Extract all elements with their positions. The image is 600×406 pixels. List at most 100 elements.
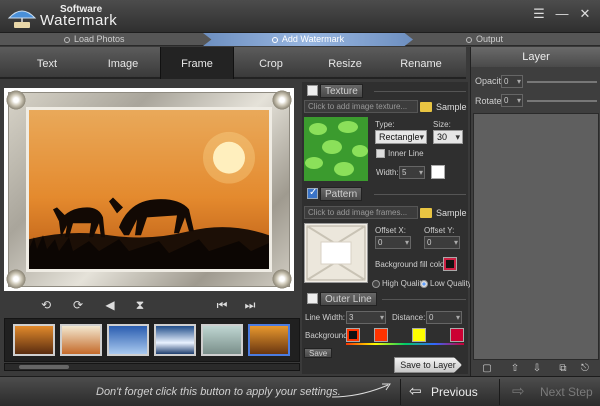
tab-rename[interactable]: Rename bbox=[382, 47, 460, 79]
type-label: Type: bbox=[375, 120, 395, 129]
app-logo-icon bbox=[7, 10, 37, 28]
high-quality-radio[interactable] bbox=[372, 280, 380, 288]
pattern-sample-button[interactable]: Sample bbox=[436, 208, 467, 218]
scrollbar-thumb[interactable] bbox=[19, 365, 69, 369]
save-section-title: Save bbox=[304, 348, 333, 358]
texture-title: Texture bbox=[320, 84, 363, 98]
step-add-watermark[interactable]: Add Watermark bbox=[203, 33, 413, 46]
texture-preview bbox=[304, 117, 368, 181]
step-label: Add Watermark bbox=[281, 34, 345, 44]
frame-settings-panel: Texture Click to add image texture... Sa… bbox=[302, 82, 472, 374]
thumbnail-strip bbox=[4, 318, 300, 362]
rotate-label: Rotate bbox=[475, 96, 502, 106]
type-select[interactable]: Rectangle bbox=[375, 130, 427, 144]
offset-y-label: Offset Y: bbox=[424, 226, 455, 235]
thumbnail-lake[interactable] bbox=[154, 324, 196, 356]
size-select[interactable]: 30 bbox=[433, 130, 463, 144]
width-label: Width: bbox=[376, 168, 399, 177]
copy-layer-icon[interactable]: ⧉ bbox=[557, 363, 569, 374]
outer-line-checkbox[interactable] bbox=[307, 293, 318, 304]
next-step-label: Next Step bbox=[540, 385, 593, 399]
thumbnail-zebras[interactable] bbox=[248, 324, 290, 356]
hint-arrow-icon bbox=[331, 383, 391, 398]
tab-frame[interactable]: Frame bbox=[160, 47, 234, 79]
step-dot-icon bbox=[466, 37, 472, 43]
outer-color-3-swatch[interactable] bbox=[450, 328, 464, 342]
width-spinner[interactable]: 5 bbox=[399, 166, 425, 179]
hint-text: Don't forget click this button to apply … bbox=[96, 386, 341, 398]
thumbnail-ice[interactable] bbox=[107, 324, 149, 356]
preview-canvas[interactable] bbox=[4, 88, 294, 291]
layer-up-icon[interactable]: ⇧ bbox=[509, 363, 521, 374]
texture-checkbox[interactable] bbox=[307, 85, 318, 96]
size-label: Size: bbox=[433, 120, 451, 129]
bg-fill-label: Background fill color: bbox=[375, 260, 450, 269]
flip-horizontal-icon[interactable]: ◀ bbox=[102, 298, 118, 312]
offset-y-spinner[interactable]: 0 bbox=[424, 236, 460, 249]
photo-image bbox=[26, 107, 272, 272]
outer-line-section-header: Outer Line bbox=[302, 292, 468, 306]
step-output[interactable]: Output bbox=[466, 33, 503, 46]
rotate-spinner[interactable]: 0 bbox=[501, 94, 523, 107]
menu-icon[interactable]: ☰ bbox=[528, 4, 550, 24]
low-quality-label: Low Quality bbox=[430, 279, 472, 288]
layer-down-icon[interactable]: ⇩ bbox=[531, 363, 543, 374]
opacity-slider[interactable] bbox=[527, 81, 597, 83]
rotate-slider[interactable] bbox=[527, 100, 597, 102]
tab-crop[interactable]: Crop bbox=[234, 47, 308, 79]
next-step-button[interactable]: ⇨ Next Step bbox=[502, 379, 600, 405]
step-dot-icon bbox=[271, 37, 278, 43]
thumbnail-animals[interactable] bbox=[201, 324, 243, 356]
texture-line-color-swatch[interactable] bbox=[431, 165, 445, 179]
bg-fill-color-swatch[interactable] bbox=[443, 257, 457, 271]
tab-image[interactable]: Image bbox=[86, 47, 160, 79]
texture-sample-button[interactable]: Sample bbox=[436, 102, 467, 112]
frame-corner-ornament bbox=[271, 268, 293, 290]
new-layer-icon[interactable]: ▢ bbox=[481, 363, 493, 374]
outer-color-2-swatch[interactable] bbox=[412, 328, 426, 342]
layer-list[interactable] bbox=[473, 113, 599, 360]
frame-border bbox=[5, 89, 293, 290]
delete-layer-icon[interactable]: ⎋ bbox=[579, 363, 591, 374]
outer-color-1-swatch[interactable] bbox=[374, 328, 388, 342]
flip-vertical-icon[interactable]: ⧗ bbox=[132, 298, 148, 312]
opacity-spinner[interactable]: 0 bbox=[501, 75, 523, 88]
line-width-spinner[interactable]: 3 bbox=[346, 311, 386, 324]
thumbnail-poster[interactable] bbox=[60, 324, 102, 356]
distance-spinner[interactable]: 0 bbox=[426, 311, 462, 324]
pattern-frame-thumbnail bbox=[306, 225, 366, 281]
texture-pattern bbox=[305, 121, 368, 176]
rotate-right-icon[interactable]: ⟳ bbox=[70, 298, 86, 312]
tab-resize[interactable]: Resize bbox=[308, 47, 382, 79]
frame-corner-ornament bbox=[5, 268, 27, 290]
thumbnail-scrollbar[interactable] bbox=[4, 363, 300, 371]
inner-line-checkbox[interactable] bbox=[376, 149, 385, 158]
minimize-button[interactable]: — bbox=[551, 4, 573, 24]
arrow-left-icon: ⇦ bbox=[409, 383, 422, 400]
folder-icon[interactable] bbox=[420, 102, 432, 112]
save-to-layer-button[interactable]: Save to Layer bbox=[394, 357, 462, 373]
next-image-icon[interactable]: ⏭ bbox=[242, 298, 258, 312]
texture-path-field[interactable]: Click to add image texture... bbox=[304, 100, 418, 113]
offset-x-spinner[interactable]: 0 bbox=[375, 236, 411, 249]
layer-toolbar: ▢ ⇧ ⇩ ⧉ ⎋ bbox=[471, 361, 600, 376]
pattern-path-field[interactable]: Click to add image frames... bbox=[304, 206, 418, 219]
folder-icon[interactable] bbox=[420, 208, 432, 218]
offset-x-label: Offset X: bbox=[375, 226, 406, 235]
tab-text[interactable]: Text bbox=[8, 47, 86, 79]
color-gradient-bar bbox=[346, 343, 464, 345]
pattern-checkbox[interactable] bbox=[307, 187, 318, 199]
rotate-left-icon[interactable]: ⟲ bbox=[38, 298, 54, 312]
previous-image-icon[interactable]: ⏮ bbox=[214, 298, 230, 312]
thumbnail-sunset[interactable] bbox=[13, 324, 55, 356]
previous-step-button[interactable]: ⇦ Previous Step bbox=[400, 379, 500, 405]
outer-bg-color-swatch[interactable] bbox=[346, 328, 360, 342]
layer-panel: Layer Opacity 0 Rotate 0 ▢ ⇧ ⇩ ⧉ ⎋ bbox=[470, 47, 600, 376]
pattern-section-header: Pattern bbox=[302, 187, 468, 201]
step-dot-icon bbox=[64, 37, 70, 43]
step-load-photos[interactable]: Load Photos bbox=[64, 33, 125, 46]
low-quality-radio[interactable] bbox=[420, 280, 428, 288]
step-progress: Load Photos Add Watermark Output bbox=[0, 33, 600, 46]
close-button[interactable]: ✕ bbox=[574, 4, 596, 24]
section-divider bbox=[382, 299, 466, 300]
